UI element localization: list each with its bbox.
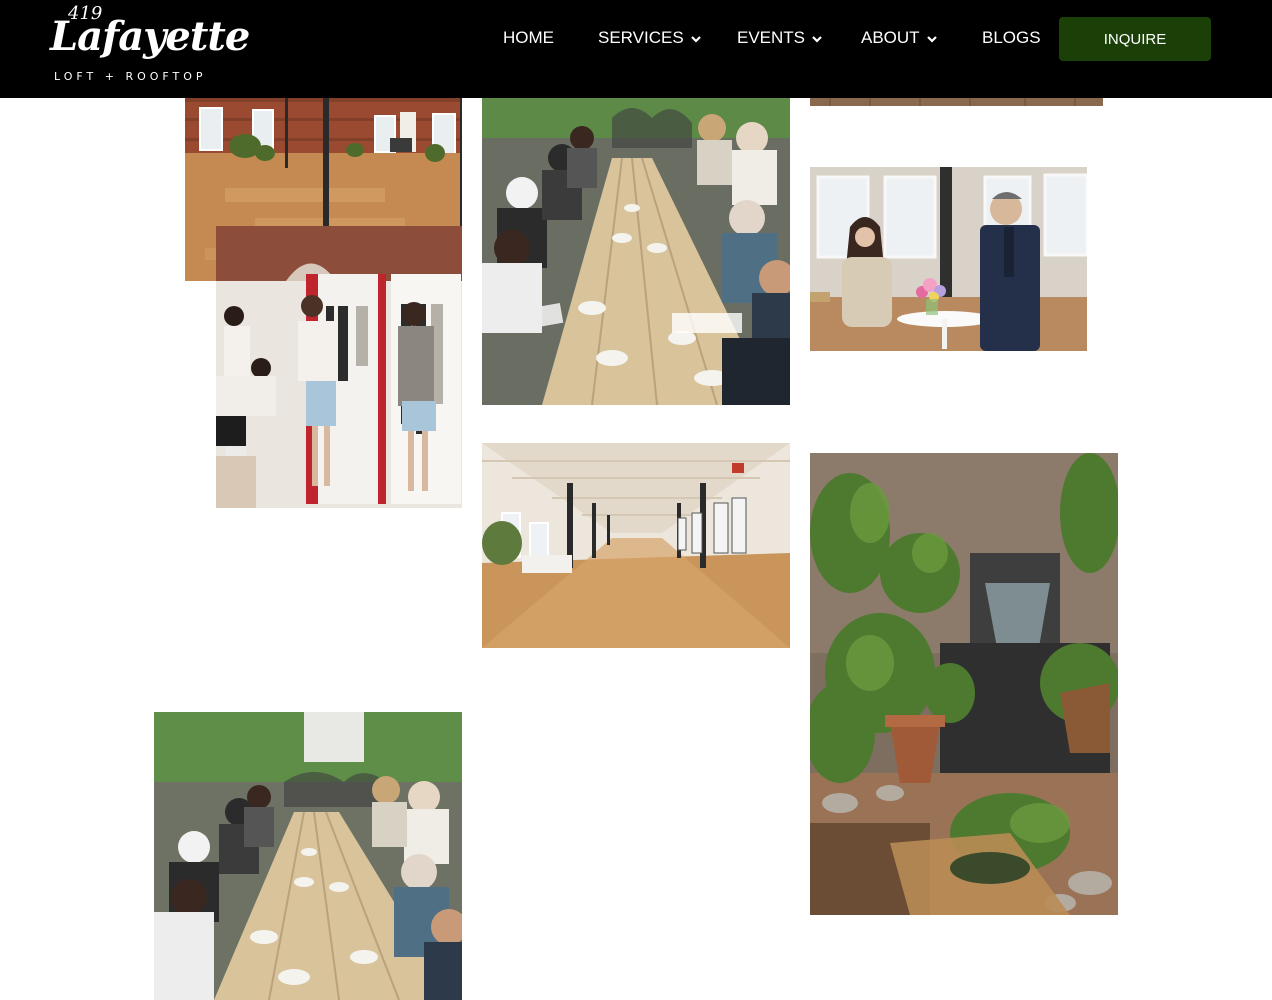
nav-item-home-label: HOME	[503, 28, 554, 47]
rooftop-dinner-photo[interactable]	[482, 98, 790, 405]
logo-tagline: LOFT + ROOFTOP	[54, 70, 207, 83]
rooftop-dinner-photo-2[interactable]	[154, 712, 462, 1000]
nav-item-services[interactable]: SERVICES	[598, 26, 702, 50]
plants-fountain-photo[interactable]	[810, 453, 1118, 915]
nav-item-home[interactable]: HOME	[503, 26, 554, 50]
nav-item-events[interactable]: EVENTS	[737, 26, 823, 50]
nav-item-services-label: SERVICES	[598, 28, 684, 47]
inquire-button[interactable]: INQUIRE	[1059, 17, 1211, 61]
nav-item-about-label: ABOUT	[861, 28, 920, 47]
chevron-down-icon	[926, 35, 937, 43]
nav-item-blogs-label: BLOGS	[982, 28, 1041, 47]
chevron-down-icon	[690, 35, 701, 43]
conversation-photo[interactable]	[810, 167, 1087, 351]
inquire-button-label: INQUIRE	[1103, 30, 1167, 48]
nav-item-blogs[interactable]: BLOGS	[982, 26, 1041, 50]
nav-item-events-label: EVENTS	[737, 28, 806, 47]
nav-item-about[interactable]: ABOUT	[861, 26, 938, 50]
long-loft-hall-photo[interactable]	[482, 443, 790, 648]
site-header: 419 Lafayette LOFT + ROOFTOP HOME SERVIC…	[0, 0, 1272, 98]
clothing-racks-photo[interactable]	[216, 226, 462, 508]
chevron-down-icon	[812, 35, 822, 43]
